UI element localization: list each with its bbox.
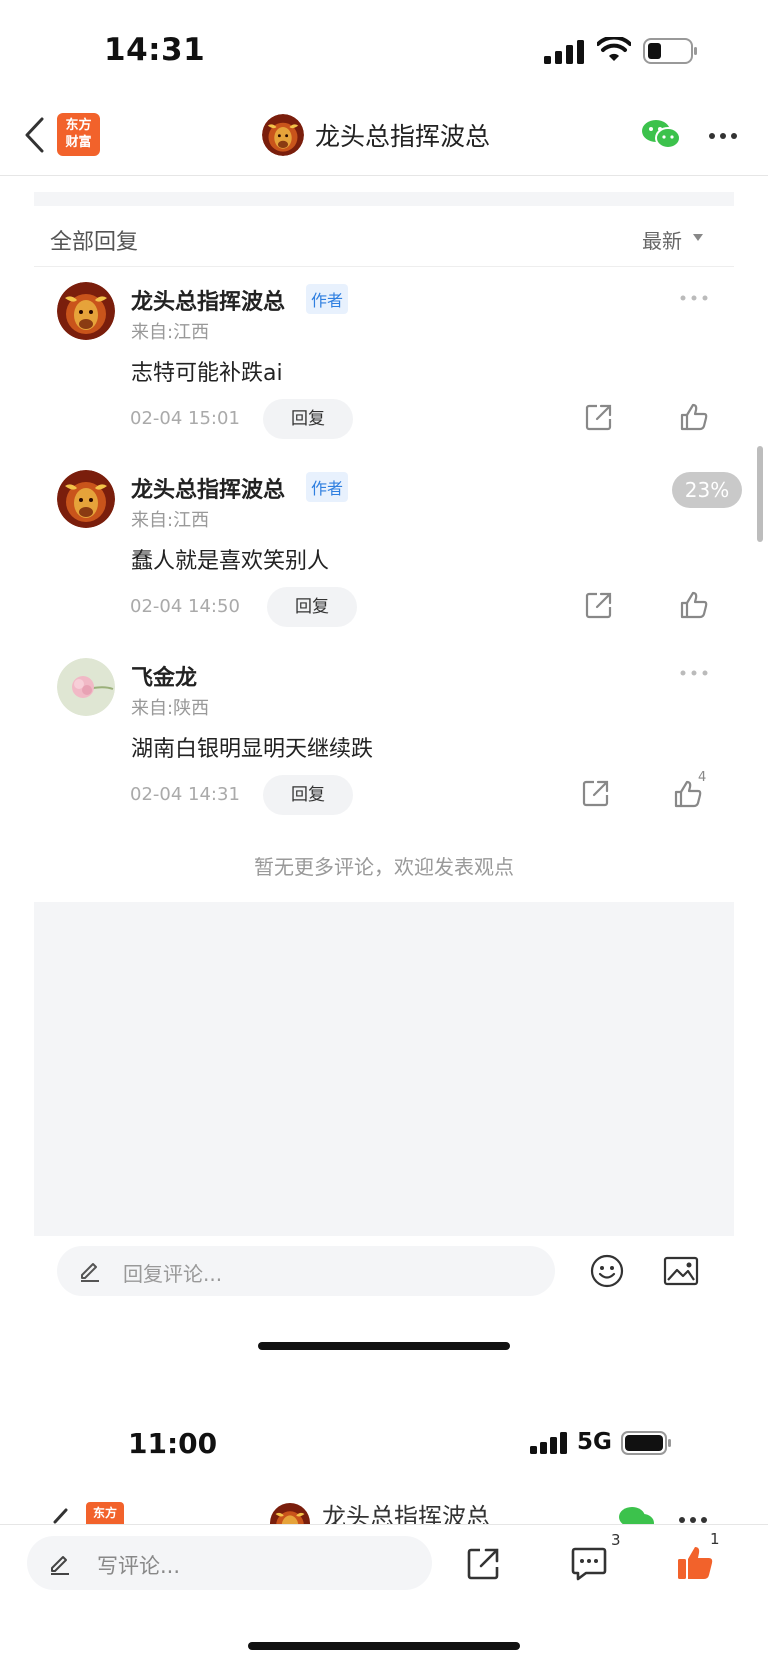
comment-avatar[interactable] xyxy=(57,658,115,716)
pen-icon xyxy=(51,1556,69,1575)
comment-location: 来自:陕西 xyxy=(131,698,210,719)
network-type: 5G xyxy=(577,1429,612,1455)
home-indicator xyxy=(258,1342,510,1350)
comment-author[interactable]: 飞金龙 xyxy=(131,660,197,692)
flower-avatar-icon xyxy=(57,658,115,716)
signal-icon xyxy=(530,1432,567,1454)
comment-icon[interactable] xyxy=(570,1547,608,1581)
bull-avatar-icon xyxy=(270,1503,310,1525)
like-count: 4 xyxy=(698,770,707,785)
bull-avatar-icon xyxy=(57,470,115,528)
comment-more-icon[interactable] xyxy=(680,670,708,676)
reply-button[interactable]: 回复 xyxy=(263,399,353,439)
author-avatar[interactable] xyxy=(270,1503,310,1525)
no-more-comments: 暂无更多评论，欢迎发表观点 xyxy=(254,855,514,879)
comment-time: 02-04 14:31 xyxy=(130,784,240,805)
status-time: 11:00 xyxy=(128,1427,218,1460)
empty-area xyxy=(34,902,734,1236)
nav-divider xyxy=(0,175,768,176)
comment-author[interactable]: 龙头总指挥波总 xyxy=(131,284,285,316)
comment-location: 来自:江西 xyxy=(131,322,210,343)
comment-location: 来自:江西 xyxy=(131,510,210,531)
comment-text[interactable]: 蠢人就是喜欢笑别人 xyxy=(131,543,329,575)
pen-icon xyxy=(81,1263,99,1282)
like-icon[interactable] xyxy=(679,590,709,620)
comment-more-icon[interactable] xyxy=(680,295,708,301)
comment-time: 02-04 15:01 xyxy=(130,408,240,429)
wifi-icon xyxy=(597,37,631,61)
share-icon[interactable] xyxy=(582,779,610,807)
sort-caret-icon[interactable] xyxy=(693,234,703,241)
bull-avatar-icon xyxy=(57,282,115,340)
app-logo[interactable]: 东方 财富 xyxy=(57,113,100,156)
sort-dropdown[interactable]: 最新 xyxy=(642,225,682,254)
battery-icon xyxy=(643,38,697,64)
share-icon[interactable] xyxy=(585,403,613,431)
comment-count: 3 xyxy=(611,1531,621,1549)
author-avatar[interactable] xyxy=(262,114,304,156)
reply-button[interactable]: 回复 xyxy=(263,775,353,815)
emoji-icon[interactable] xyxy=(590,1254,624,1288)
image-icon[interactable] xyxy=(663,1256,699,1286)
home-indicator xyxy=(248,1642,520,1650)
comment-author[interactable]: 龙头总指挥波总 xyxy=(131,472,285,504)
write-comment-input[interactable] xyxy=(27,1536,432,1590)
back-arrow-icon[interactable] xyxy=(22,116,46,154)
status-time: 14:31 xyxy=(104,32,206,68)
reply-button[interactable]: 回复 xyxy=(267,587,357,627)
signal-icon xyxy=(544,40,584,64)
more-icon[interactable] xyxy=(708,132,738,140)
comment-time: 02-04 14:50 xyxy=(130,596,240,617)
author-badge: 作者 xyxy=(306,472,349,502)
reply-input-placeholder[interactable]: 回复评论... xyxy=(123,1258,222,1287)
share-icon[interactable] xyxy=(466,1547,500,1581)
share-icon[interactable] xyxy=(585,591,613,619)
like-icon[interactable] xyxy=(679,402,709,432)
page-title: 龙头总指挥波总 xyxy=(315,122,491,151)
battery-icon xyxy=(621,1431,671,1455)
comment-avatar[interactable] xyxy=(57,470,115,528)
bottom-bar-divider xyxy=(0,1524,768,1525)
gray-strip xyxy=(34,192,734,206)
like-filled-icon[interactable] xyxy=(676,1545,714,1581)
scroll-percent-badge: 23% xyxy=(672,472,742,508)
comment-text[interactable]: 湖南白银明显明天继续跌 xyxy=(131,731,373,763)
wechat-icon[interactable] xyxy=(641,118,681,150)
comment-avatar[interactable] xyxy=(57,282,115,340)
scrollbar[interactable] xyxy=(757,446,763,542)
write-comment-placeholder[interactable]: 写评论... xyxy=(97,1550,180,1580)
page-title: 龙头总指挥波总 xyxy=(322,1503,490,1524)
author-badge: 作者 xyxy=(306,284,349,314)
app-logo[interactable]: 东方 xyxy=(86,1502,124,1524)
wechat-icon[interactable] xyxy=(618,1503,654,1525)
section-divider xyxy=(34,266,734,267)
comment-text[interactable]: 志特可能补跌ai xyxy=(131,355,283,387)
like-count: 1 xyxy=(710,1530,720,1548)
section-title: 全部回复 xyxy=(50,230,139,255)
more-icon[interactable] xyxy=(678,1516,708,1524)
bull-avatar-icon xyxy=(262,114,304,156)
